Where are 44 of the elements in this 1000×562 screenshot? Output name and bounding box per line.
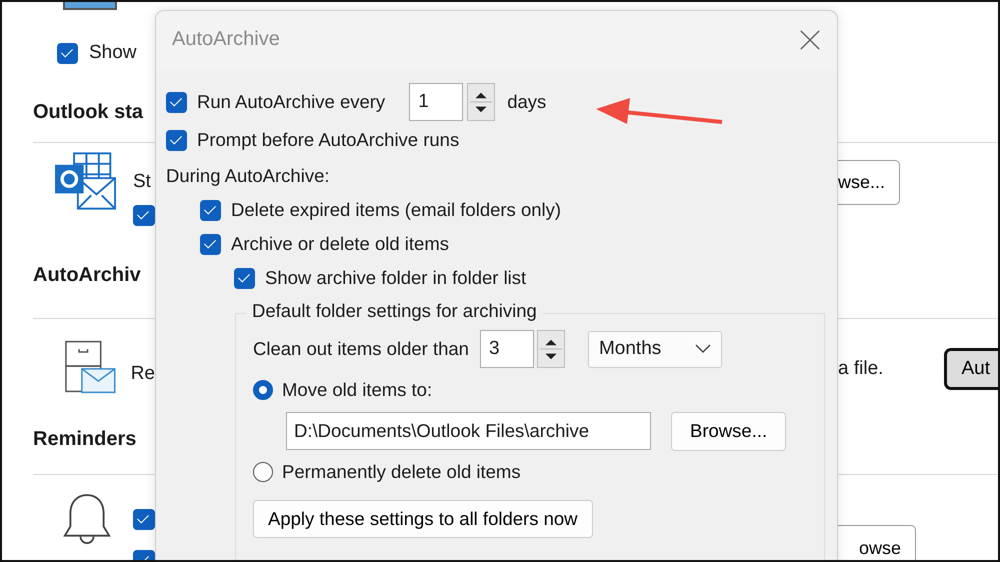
unit-label: days [507, 91, 546, 113]
radio-button[interactable] [253, 462, 273, 482]
section-heading: AutoArchiv [33, 264, 141, 287]
option-label: Delete expired items (email folders only) [231, 199, 562, 221]
path-field[interactable]: D:\Documents\Outlook Files\archive [286, 412, 651, 450]
option-label: Re [130, 363, 155, 385]
chevron-icon [694, 344, 711, 354]
checkbox[interactable] [200, 200, 221, 220]
spin-buttons[interactable] [467, 83, 496, 121]
browse-button[interactable]: owse [838, 525, 916, 560]
checkbox[interactable] [166, 92, 187, 112]
option-label: Show archive folder in folder list [265, 267, 526, 289]
dialog-title: AutoArchive [172, 28, 280, 52]
option-label: Archive or delete old items [231, 233, 449, 255]
description-text: a file. [838, 358, 884, 380]
option-label: Move old items to: [282, 379, 432, 401]
option-label: Prompt before AutoArchive runs [197, 129, 460, 151]
option-label: Show [89, 42, 137, 64]
checkbox[interactable] [166, 130, 187, 150]
checkbox[interactable] [57, 42, 78, 64]
option-label: St [133, 171, 152, 193]
radio-button[interactable] [253, 380, 273, 400]
option-label: Clean out items older than [253, 338, 469, 360]
panel-icon [63, 2, 117, 10]
age-field[interactable]: 3 [480, 330, 534, 368]
mail-calendar-icon [55, 151, 116, 211]
option-label: Run AutoArchive every [197, 91, 386, 113]
section-heading: Outlook sta [33, 101, 144, 124]
checkbox[interactable] [133, 205, 155, 226]
days-field[interactable]: 1 [409, 83, 464, 121]
spin-buttons[interactable] [536, 330, 565, 368]
browse-button[interactable]: wse... [838, 160, 900, 205]
section-label: During AutoArchive: [166, 165, 330, 187]
checkbox[interactable] [133, 509, 155, 530]
section-heading: Reminders [33, 428, 136, 451]
period-dropdown[interactable]: Months [588, 330, 722, 368]
cabinet-mail-icon [65, 339, 116, 395]
option-label: Permanently delete old items [282, 461, 521, 483]
checkbox[interactable] [234, 268, 255, 288]
browse-button[interactable]: Browse... [671, 412, 786, 450]
close-icon[interactable] [799, 29, 821, 51]
autoarchive-button[interactable]: Aut [944, 348, 998, 390]
apply-button[interactable]: Apply these settings to all folders now [253, 500, 593, 538]
checkbox[interactable] [200, 234, 221, 254]
